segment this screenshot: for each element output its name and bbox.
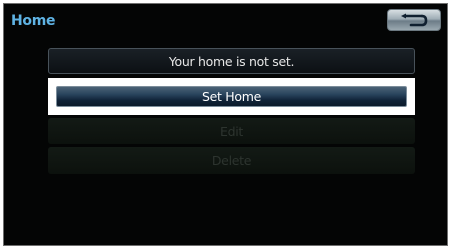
screen-title: Home <box>11 13 56 29</box>
back-button[interactable] <box>387 9 441 31</box>
home-screen: Home Your home is not set. Set Home Edit… <box>3 3 448 246</box>
delete-button[interactable]: Delete <box>48 147 415 174</box>
edit-button[interactable]: Edit <box>48 118 415 144</box>
set-home-button[interactable]: Set Home <box>56 86 407 107</box>
back-arrow-icon <box>401 13 428 27</box>
home-status-message: Your home is not set. <box>48 48 415 74</box>
set-home-highlight: Set Home <box>48 78 415 115</box>
